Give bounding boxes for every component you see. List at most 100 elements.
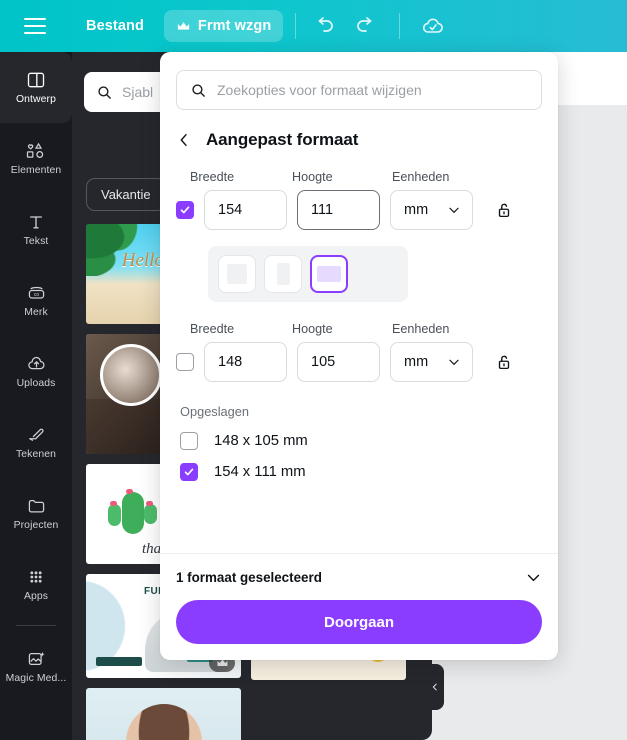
square-orientation-option[interactable]	[218, 255, 256, 293]
menu-resize[interactable]: Frmt wzgn	[163, 10, 284, 42]
unit-value: mm	[404, 354, 429, 370]
dialog-search-input[interactable]: Zoekopties voor formaat wijzigen	[176, 70, 542, 110]
left-sidebar-rail: Ontwerp Elementen Tekst co Merk Uploads …	[0, 52, 72, 740]
cloud-check-icon[interactable]	[421, 14, 445, 38]
label-hoogte: Hoogte	[292, 170, 333, 184]
shapes-icon	[26, 142, 44, 158]
saved-size-item-2[interactable]: 154 x 111 mm	[180, 463, 558, 481]
cactus-shape	[108, 504, 121, 526]
label-hoogte: Hoogte	[292, 322, 333, 336]
upload-cloud-icon	[27, 356, 45, 370]
top-toolbar: Bestand Frmt wzgn	[0, 0, 627, 52]
height-input-2[interactable]: 105	[297, 342, 380, 382]
label-eenheden: Eenheden	[392, 170, 450, 184]
saved-size-2-checkbox[interactable]	[180, 463, 198, 481]
search-icon	[98, 85, 111, 99]
chip-vakantie[interactable]: Vakantie	[86, 178, 166, 211]
sidebar-label: Tekenen	[16, 449, 56, 460]
selection-summary-label: 1 formaat geselecteerd	[176, 569, 322, 585]
dialog-title: Aangepast formaat	[206, 130, 359, 149]
selection-summary-row[interactable]: 1 formaat geselecteerd	[176, 554, 542, 600]
sidebar-item-apps[interactable]: Apps	[0, 549, 72, 620]
pen-draw-icon	[28, 428, 44, 441]
saved-size-1-label: 148 x 105 mm	[214, 433, 308, 449]
cactus-shape	[144, 504, 157, 524]
field-labels-row-2: Breedte Hoogte Eenheden	[190, 322, 558, 336]
unlock-icon[interactable]	[495, 352, 513, 372]
saved-size-2-label: 154 x 111 mm	[214, 464, 306, 480]
check-icon	[180, 206, 190, 214]
width-input-2[interactable]: 148	[204, 342, 287, 382]
grid-apps-icon	[30, 571, 42, 583]
portrait-artwork	[86, 688, 241, 740]
chevron-left-icon	[432, 683, 437, 691]
sidebar-item-magic-media[interactable]: Magic Med...	[0, 631, 72, 702]
cactus-flower	[110, 501, 117, 506]
unlock-icon[interactable]	[495, 200, 513, 220]
label-eenheden: Eenheden	[392, 322, 450, 336]
sidebar-item-projecten[interactable]: Projecten	[0, 478, 72, 549]
sidebar-item-ontwerp[interactable]: Ontwerp	[0, 52, 72, 123]
panel-collapse-button[interactable]	[426, 664, 444, 710]
rail-divider	[16, 625, 56, 626]
size-row-1-checkbox[interactable]	[176, 201, 194, 219]
template-card-portrait[interactable]	[86, 688, 241, 740]
saved-size-1-checkbox[interactable]	[180, 432, 198, 450]
search-icon	[192, 83, 205, 97]
cactus-flower	[146, 501, 153, 506]
chevron-down-icon	[449, 207, 459, 213]
template-search-placeholder: Sjabl	[122, 84, 154, 100]
sidebar-label: Elementen	[10, 165, 62, 176]
size-row-2: 148 105 mm	[176, 342, 558, 382]
chevron-left-icon[interactable]	[176, 132, 192, 148]
couple-photo-circle	[100, 344, 162, 406]
sidebar-item-merk[interactable]: co Merk	[0, 265, 72, 336]
hamburger-icon[interactable]	[24, 18, 46, 34]
saved-size-item-1[interactable]: 148 x 105 mm	[180, 432, 558, 450]
landscape-orientation-option[interactable]	[310, 255, 348, 293]
redo-icon[interactable]	[354, 14, 378, 38]
photo-tile	[86, 398, 164, 454]
crown-icon	[177, 21, 190, 30]
cactus-shape	[122, 492, 144, 534]
chevron-down-icon[interactable]	[525, 569, 542, 586]
sidebar-label: Tekst	[23, 236, 49, 247]
menu-resize-label: Frmt wzgn	[197, 18, 272, 34]
sidebar-label: Merk	[24, 307, 48, 318]
cta-shape	[96, 657, 142, 666]
person-shape	[125, 704, 202, 740]
sidebar-label: Uploads	[16, 378, 56, 389]
unit-select-1[interactable]: mm	[390, 190, 473, 230]
portrait-glyph	[276, 263, 290, 285]
sidebar-item-tekenen[interactable]: Tekenen	[0, 407, 72, 478]
sidebar-label: Apps	[23, 591, 49, 602]
saved-sizes-title: Opgeslagen	[180, 404, 250, 419]
unit-select-2[interactable]: mm	[390, 342, 473, 382]
doorgaan-button[interactable]: Doorgaan	[176, 600, 542, 644]
sidebar-label: Magic Med...	[5, 673, 67, 684]
sidebar-label: Ontwerp	[16, 94, 56, 105]
sidebar-label: Projecten	[13, 520, 59, 531]
sidebar-item-uploads[interactable]: Uploads	[0, 336, 72, 407]
dialog-header: Aangepast formaat	[176, 130, 542, 150]
dialog-footer: 1 formaat geselecteerd Doorgaan	[160, 553, 558, 660]
landscape-glyph	[317, 266, 341, 282]
filter-chip-row: Vakantie	[86, 178, 166, 211]
brand-icon: co	[28, 286, 44, 299]
cactus-flower	[126, 489, 133, 494]
width-input-1[interactable]: 154	[204, 190, 287, 230]
chevron-down-icon	[449, 359, 459, 365]
height-input-1[interactable]: 111	[297, 190, 380, 230]
menu-bestand[interactable]: Bestand	[74, 10, 156, 42]
check-icon	[184, 468, 194, 476]
size-row-2-checkbox[interactable]	[176, 353, 194, 371]
label-breedte: Breedte	[190, 322, 235, 336]
custom-size-dialog: Zoekopties voor formaat wijzigen Aangepa…	[160, 52, 558, 660]
portrait-orientation-option[interactable]	[264, 255, 302, 293]
toolbar-divider-1	[295, 13, 297, 39]
sidebar-item-tekst[interactable]: Tekst	[0, 194, 72, 265]
undo-icon[interactable]	[312, 14, 336, 38]
orientation-picker	[208, 246, 408, 302]
sidebar-item-elementen[interactable]: Elementen	[0, 123, 72, 194]
svg-text:co: co	[33, 292, 39, 298]
